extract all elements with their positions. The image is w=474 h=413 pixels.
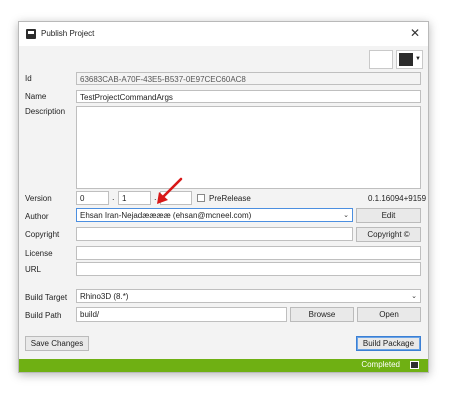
color-swatch-dark[interactable]: ▼ xyxy=(396,50,423,69)
publish-project-dialog: Publish Project ✕ ▼ Id 63683CAB-A70F-43E… xyxy=(18,21,429,373)
open-button[interactable]: Open xyxy=(357,307,421,322)
chevron-down-icon: ▼ xyxy=(415,56,421,62)
edit-author-button[interactable]: Edit xyxy=(356,208,421,223)
description-label: Description xyxy=(25,107,66,116)
status-bar: Completed xyxy=(19,359,428,372)
copyright-label: Copyright xyxy=(25,230,60,239)
build-target-select[interactable]: Rhino3D (8.*) ⌄ xyxy=(76,289,421,303)
license-label: License xyxy=(25,249,53,258)
version-label: Version xyxy=(25,194,52,203)
title-bar: Publish Project ✕ xyxy=(19,22,428,46)
prerelease-label: PreRelease xyxy=(209,194,251,203)
build-target-value: Rhino3D (8.*) xyxy=(80,292,129,301)
save-changes-button[interactable]: Save Changes xyxy=(25,336,89,351)
annotation-arrow-icon xyxy=(157,177,183,204)
author-label: Author xyxy=(25,212,49,221)
window-title: Publish Project xyxy=(41,29,95,38)
chevron-down-icon: ⌄ xyxy=(411,293,417,300)
author-combobox[interactable]: Ehsan Iran-Nejadææææ (ehsan@mcneel.com) … xyxy=(76,208,353,222)
copyright-field[interactable] xyxy=(76,227,353,241)
copyright-button[interactable]: Copyright © xyxy=(356,227,421,242)
color-swatch-light[interactable] xyxy=(369,50,393,69)
close-button[interactable]: ✕ xyxy=(410,26,420,40)
license-field[interactable] xyxy=(76,246,421,260)
build-path-label: Build Path xyxy=(25,311,62,320)
app-icon xyxy=(26,29,36,39)
description-field[interactable] xyxy=(76,106,421,189)
name-label: Name xyxy=(25,92,47,101)
swatch-light-fill xyxy=(372,53,386,66)
url-field[interactable] xyxy=(76,262,421,276)
build-target-label: Build Target xyxy=(25,293,68,302)
browse-button[interactable]: Browse xyxy=(290,307,354,322)
version-major-field[interactable]: 0 xyxy=(76,191,109,205)
id-label: Id xyxy=(25,74,32,83)
version-display: 0.1.16094+9159 xyxy=(368,194,427,203)
chevron-down-icon: ⌄ xyxy=(343,212,349,219)
name-field[interactable]: TestProjectCommandArgs xyxy=(76,90,421,103)
status-text: Completed xyxy=(361,360,400,369)
build-path-field[interactable]: build/ xyxy=(76,307,287,322)
url-label: URL xyxy=(25,265,42,274)
log-icon[interactable] xyxy=(410,361,419,369)
version-minor-field[interactable]: 1 xyxy=(118,191,151,205)
prerelease-checkbox[interactable] xyxy=(197,194,205,202)
build-package-button[interactable]: Build Package xyxy=(356,336,421,351)
version-dot-1: . xyxy=(112,192,115,202)
author-value: Ehsan Iran-Nejadææææ (ehsan@mcneel.com) xyxy=(80,211,252,220)
id-field: 63683CAB-A70F-43E5-B537-0E97CEC60AC8 xyxy=(76,72,421,85)
swatch-dark-fill xyxy=(399,53,413,66)
